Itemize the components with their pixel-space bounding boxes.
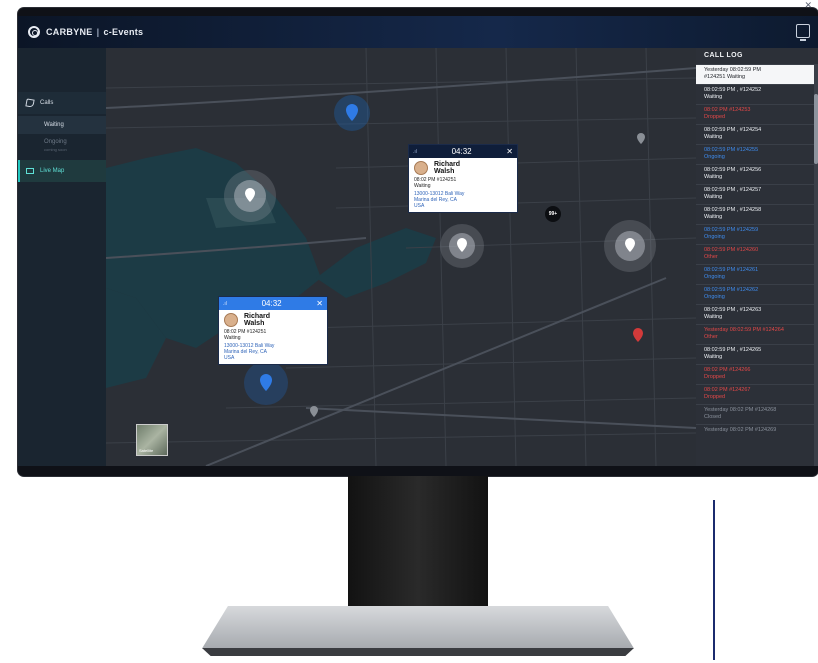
call-popup[interactable]: .ıl 04:32 ✕ Richard Walsh 08:02 PM #12425…	[408, 144, 518, 213]
cluster-badge[interactable]: 99+	[545, 211, 561, 217]
brand-name: CARBYNE	[46, 27, 93, 37]
call-log-item[interactable]: 08:02 PM #124267 Dropped	[696, 384, 818, 404]
close-icon[interactable]: ✕	[506, 147, 513, 156]
call-log-item[interactable]: 08:02:59 PM , #124254 Waiting	[696, 124, 818, 144]
call-log-item[interactable]: Yesterday 08:02:59 PM #124264 Other	[696, 324, 818, 344]
top-bar: CARBYNE | c-Events	[18, 16, 818, 48]
call-popup[interactable]: .ıl 04:32 ✕ Richard Walsh 08:02 PM #12425…	[218, 296, 328, 365]
map-icon	[26, 168, 34, 174]
call-log-item[interactable]: 08:02 PM #124266 Dropped	[696, 364, 818, 384]
sidebar-item-label: Live Map	[40, 168, 65, 174]
caller-last-name: Walsh	[434, 168, 455, 175]
call-log-status: Ongoing	[704, 293, 725, 300]
sidebar-item-label: Calls	[40, 100, 54, 106]
call-log-item[interactable]: Yesterday 08:02 PM #124269	[696, 424, 818, 444]
call-log-item[interactable]: 08:02:59 PM , #124263 Waiting	[696, 304, 818, 324]
caller-last-name: Walsh	[244, 320, 265, 327]
scrollbar[interactable]	[814, 64, 818, 466]
avatar	[414, 161, 428, 175]
call-log-panel: CALL LOG Yesterday 08:02:59 PM #124251 Wa…	[696, 48, 818, 466]
avatar	[224, 313, 238, 327]
app-screen: CARBYNE | c-Events Calls Waiting Ongoing…	[18, 16, 818, 466]
call-log-item[interactable]: 08:02:59 PM #124259 Ongoing	[696, 224, 818, 244]
call-log-item[interactable]: 08:02:59 PM #124261 Ongoing	[696, 264, 818, 284]
call-log-time: Yesterday 08:02 PM #124269	[704, 427, 777, 433]
popup-header: .ıl 04:32 ✕	[409, 145, 517, 158]
call-log-item[interactable]: 08:02:59 PM , #124265 Waiting	[696, 344, 818, 364]
call-log-status: Waiting	[704, 173, 723, 180]
satellite-label: Satellite	[139, 448, 154, 453]
map-canvas	[106, 48, 696, 466]
popup-header: .ıl 04:32 ✕	[219, 297, 327, 310]
call-log-status: Closed	[704, 413, 722, 420]
call-log-item[interactable]: 08:02:59 PM , #124256 Waiting	[696, 164, 818, 184]
call-log-list: Yesterday 08:02:59 PM #124251 Waiting 08:0…	[696, 64, 818, 444]
call-status: Waiting	[414, 183, 431, 189]
call-log-item[interactable]: 08:02:59 PM #124260 Other	[696, 244, 818, 264]
sidebar-item-label: Ongoing	[44, 139, 67, 145]
monitor-stand-neck	[348, 476, 488, 626]
call-log-status: Ongoing	[704, 273, 725, 280]
close-icon[interactable]: ✕	[804, 0, 812, 11]
popup-timer: 04:32	[261, 299, 282, 308]
call-log-item[interactable]: 08:02:59 PM #124255 Ongoing	[696, 144, 818, 164]
sidebar: Calls Waiting Ongoing coming soon Live M…	[18, 48, 107, 466]
call-log-status: #124251 Waiting	[704, 73, 746, 80]
call-log-status: Dropped	[704, 113, 726, 120]
sidebar-item-label: Waiting	[44, 122, 64, 128]
brand-separator: |	[96, 27, 100, 37]
call-log-status: Waiting	[704, 93, 723, 100]
call-log-status: Waiting	[704, 133, 723, 140]
caller-first-name: Richard	[434, 161, 461, 168]
sidebar-item-live-map[interactable]: Live Map	[18, 160, 106, 182]
call-log-title: CALL LOG	[704, 52, 743, 59]
call-log-item[interactable]: 08:02:59 PM , #124257 Waiting	[696, 184, 818, 204]
satellite-toggle[interactable]: Satellite	[136, 424, 168, 456]
call-log-status: Waiting	[704, 193, 723, 200]
signal-icon: .ıl	[413, 148, 417, 155]
call-log-status: Waiting	[704, 353, 723, 360]
call-log-status: Waiting	[704, 213, 723, 220]
carbyne-logo-icon	[28, 26, 40, 38]
coming-soon-note: coming soon	[44, 147, 67, 152]
signal-icon: .ıl	[223, 300, 227, 307]
decorative-line	[713, 500, 715, 660]
address-line-3: USA	[414, 203, 425, 209]
call-log-item[interactable]: Yesterday 08:02:59 PM #124251 Waiting	[696, 64, 818, 84]
call-log-status: Other	[704, 333, 718, 340]
call-log-status: Ongoing	[704, 233, 725, 240]
call-log-status: Dropped	[704, 373, 726, 380]
sidebar-item-calls[interactable]: Calls	[18, 92, 106, 114]
monitor-frame: ✕ CARBYNE | c-Events Calls Waiting Ongoi…	[18, 0, 818, 476]
monitor-stand-base-edge	[202, 648, 634, 656]
sidebar-item-ongoing[interactable]: Ongoing coming soon	[18, 136, 106, 158]
call-log-status: Dropped	[704, 393, 726, 400]
call-log-item[interactable]: 08:02:59 PM , #124252 Waiting	[696, 84, 818, 104]
product-name: c-Events	[103, 27, 144, 37]
sidebar-item-waiting[interactable]: Waiting	[18, 116, 106, 134]
scrollbar-thumb[interactable]	[814, 94, 818, 164]
close-icon[interactable]: ✕	[316, 299, 323, 308]
display-icon[interactable]	[796, 24, 810, 41]
address-line-3: USA	[224, 355, 235, 361]
call-log-status: Ongoing	[704, 153, 725, 160]
call-status: Waiting	[224, 335, 241, 341]
call-log-item[interactable]: Yesterday 08:02 PM #124268 Closed	[696, 404, 818, 424]
call-log-item[interactable]: 08:02 PM #124253 Dropped	[696, 104, 818, 124]
phone-icon	[25, 98, 35, 108]
call-log-status: Other	[704, 253, 718, 260]
popup-timer: 04:32	[451, 147, 472, 156]
call-log-status: Waiting	[704, 313, 723, 320]
live-map[interactable]: 99+ .ıl 04:32 ✕ Richard Walsh 08:02 PM #1…	[106, 48, 696, 466]
brand-logo: CARBYNE | c-Events	[28, 26, 143, 38]
caller-first-name: Richard	[244, 313, 271, 320]
call-log-item[interactable]: 08:02:59 PM , #124258 Waiting	[696, 204, 818, 224]
call-log-item[interactable]: 08:02:59 PM #124262 Ongoing	[696, 284, 818, 304]
